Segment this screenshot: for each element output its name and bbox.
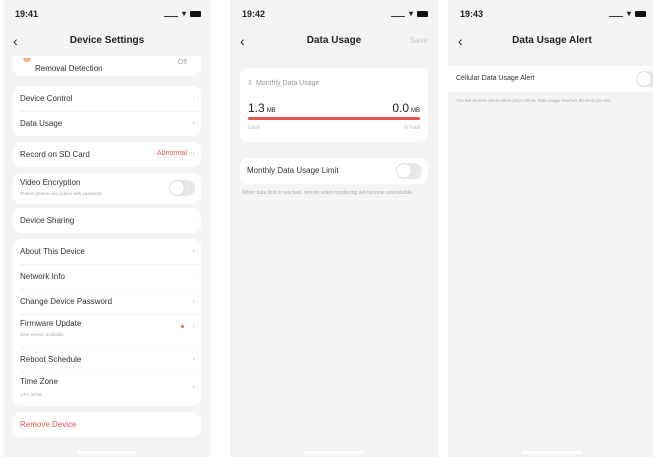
reboot-schedule-row[interactable]: Reboot Schedule ›: [13, 347, 201, 372]
removal-detection-value: Off: [177, 59, 187, 66]
battery-icon: [417, 11, 428, 17]
remove-card: Remove Device: [13, 412, 201, 437]
device-sharing-row[interactable]: Device Sharing ›: [13, 208, 201, 233]
alert-note: You will receive alerts when your cellul…: [456, 98, 612, 103]
device-info-card: About This Device › Network Info › Chang…: [13, 239, 201, 406]
device-settings-screen: 19:41 ▾ ‹ Device Settings Removal Detect…: [3, 0, 211, 457]
home-indicator: [304, 451, 364, 454]
nav-bar: ‹ Device Settings: [3, 32, 211, 52]
data-usage-screen: 19:42 ▾ ‹ Data Usage Save ‡ Monthly Data…: [230, 0, 438, 457]
removal-detection-label: Removal Detection: [35, 64, 103, 73]
usage-progress-track: [248, 117, 420, 120]
detection-icon: [23, 58, 31, 62]
chevron-right-icon: ›: [192, 149, 195, 158]
total-value: 0.0 MB: [392, 101, 420, 115]
chevron-right-icon: ›: [192, 271, 195, 280]
video-encryption-toggle[interactable]: [169, 180, 195, 196]
monthly-usage-title: Monthly Data Usage: [256, 80, 320, 87]
change-password-row[interactable]: Change Device Password ›: [13, 289, 201, 314]
data-usage-alert-screen: 19:43 ▾ ‹ Data Usage Alert Cellular Data…: [448, 0, 653, 457]
monthly-limit-toggle[interactable]: [396, 163, 422, 179]
about-device-row[interactable]: About This Device ›: [13, 239, 201, 264]
update-dot-icon: [181, 325, 184, 328]
home-indicator: [77, 451, 137, 454]
used-label: Used: [248, 125, 260, 131]
time-zone-row[interactable]: Time Zone UTC-10:00 ›: [13, 372, 201, 406]
wifi-icon: ▾: [626, 9, 631, 18]
chart-icon: ‡: [248, 80, 252, 87]
page-title: Data Usage: [306, 35, 362, 46]
battery-icon: [190, 11, 201, 17]
page-title: Device Settings: [69, 35, 145, 46]
wifi-icon: ▾: [408, 9, 413, 18]
alert-row: Cellular Data Usage Alert: [448, 66, 653, 92]
monthly-limit-row: Monthly Data Usage Limit: [240, 158, 428, 184]
monthly-usage-card: ‡ Monthly Data Usage 1.3 MB 0.0 MB Used In…: [240, 68, 428, 142]
limit-card: Monthly Data Usage Limit: [240, 158, 428, 184]
status-time: 19:42: [242, 9, 266, 19]
remove-device-button[interactable]: Remove Device: [13, 412, 201, 437]
sharing-card: Device Sharing ›: [13, 208, 201, 233]
network-info-row[interactable]: Network Info ›: [13, 264, 201, 289]
nav-bar: ‹ Data Usage Save: [230, 32, 438, 52]
chevron-right-icon: ›: [192, 382, 195, 391]
page-title: Data Usage Alert: [512, 35, 592, 46]
status-bar: 19:42 ▾: [230, 0, 438, 24]
record-sd-row[interactable]: Record on SD Card Abnormal ›: [13, 142, 201, 167]
alert-label: Cellular Data Usage Alert: [456, 75, 535, 82]
usage-progress-fill: [248, 117, 420, 120]
chevron-right-icon: ›: [192, 215, 195, 224]
total-label: In Total: [403, 125, 420, 131]
alert-toggle[interactable]: [636, 71, 653, 87]
signal-icon: [608, 16, 623, 17]
status-bar: 19:41 ▾: [3, 0, 211, 24]
encryption-card: Video Encryption Protect photos and vide…: [13, 173, 201, 204]
sd-card-card: Record on SD Card Abnormal ›: [13, 142, 201, 167]
device-control-row[interactable]: Device Control ›: [13, 86, 201, 111]
status-time: 19:43: [460, 9, 484, 19]
chevron-right-icon: ›: [192, 118, 195, 127]
chevron-right-icon: ›: [192, 246, 195, 255]
signal-icon: [390, 16, 405, 17]
chevron-right-icon: ›: [192, 321, 195, 330]
chevron-right-icon: ›: [192, 296, 195, 305]
wifi-icon: ▾: [181, 9, 186, 18]
data-usage-row[interactable]: Data Usage ›: [13, 111, 201, 136]
video-encryption-row: Video Encryption Protect photos and vide…: [13, 173, 201, 204]
nav-bar: ‹ Data Usage Alert: [448, 32, 653, 52]
limit-note: When data limit is reached, remote video…: [242, 190, 413, 196]
status-bar: 19:43 ▾: [448, 0, 653, 24]
battery-icon: [635, 11, 646, 17]
used-value: 1.3 MB: [248, 101, 276, 115]
sd-status-value: Abnormal: [157, 150, 187, 157]
firmware-update-row[interactable]: Firmware Update New version available ›: [13, 314, 201, 347]
control-card: Device Control › Data Usage ›: [13, 86, 201, 136]
save-button[interactable]: Save: [410, 36, 428, 45]
chevron-right-icon: ›: [192, 93, 195, 102]
signal-icon: [163, 16, 178, 17]
detection-card: Removal Detection Off: [13, 56, 201, 76]
home-indicator: [522, 451, 582, 454]
status-time: 19:41: [15, 9, 39, 19]
chevron-right-icon: ›: [192, 354, 195, 363]
